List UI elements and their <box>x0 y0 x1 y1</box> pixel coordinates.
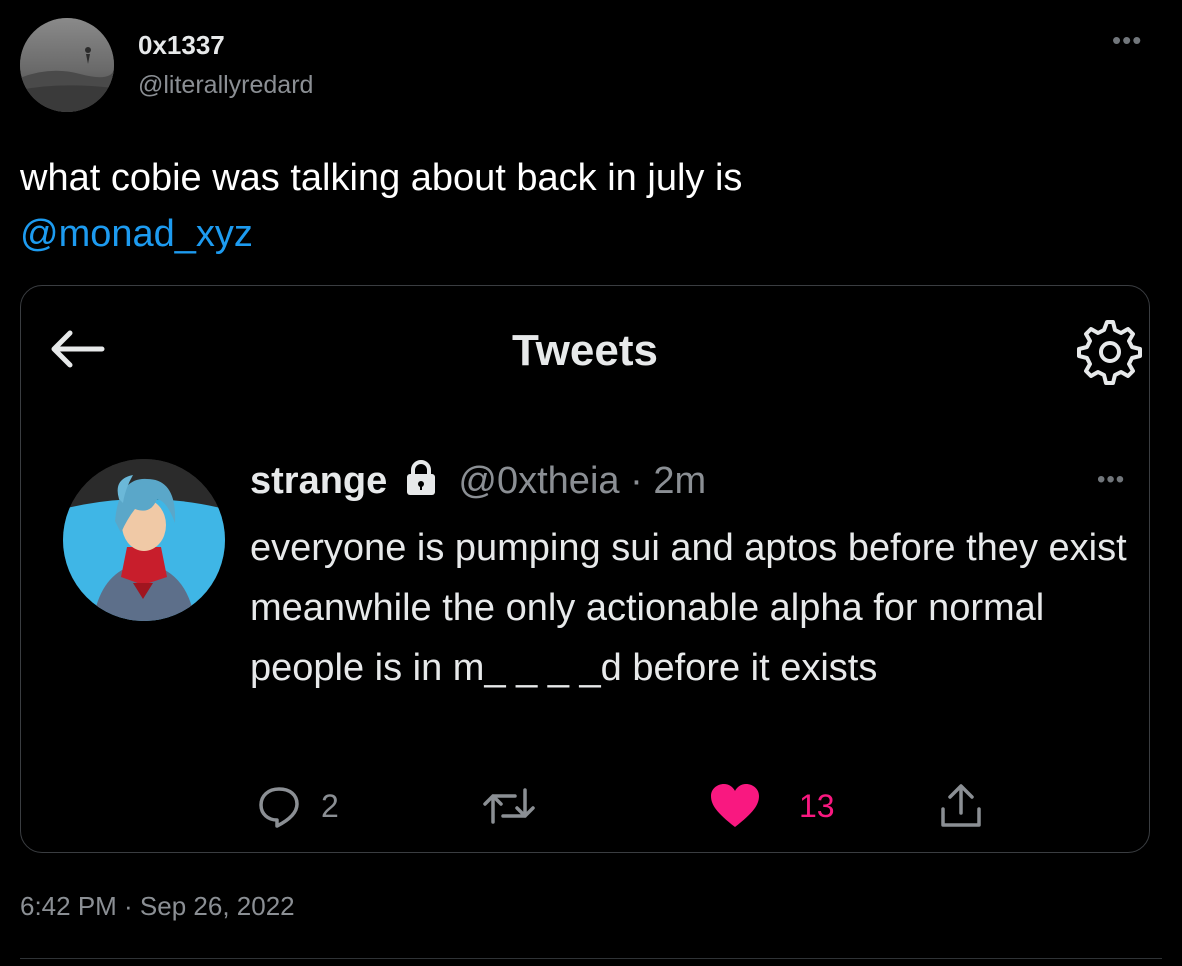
divider <box>20 958 1162 959</box>
share-icon <box>941 784 981 827</box>
tweet-text: what cobie was talking about back in jul… <box>20 150 1150 262</box>
like-count: 13 <box>799 787 835 824</box>
separator-dot: · <box>630 460 643 502</box>
share-button[interactable] <box>939 783 983 829</box>
reply-button[interactable]: 2 <box>257 783 339 829</box>
reply-icon <box>259 787 299 828</box>
reply-count: 2 <box>321 787 339 824</box>
quoted-author-handle[interactable]: @0xtheia <box>458 460 619 502</box>
more-horizontal-icon[interactable]: ••• <box>1112 27 1142 53</box>
quoted-author-avatar[interactable] <box>63 459 225 621</box>
retweet-icon <box>483 788 535 824</box>
quoted-tweet-header: strange @0xtheia · 2m <box>250 458 706 504</box>
author-handle[interactable]: @literallyredard <box>138 70 313 100</box>
author-name[interactable]: 0x1337 <box>138 30 225 60</box>
heart-icon <box>711 784 759 827</box>
quoted-tweet-text: everyone is pumping sui and aptos before… <box>250 527 1127 689</box>
quoted-author-name[interactable]: strange <box>250 460 387 502</box>
like-button[interactable]: 13 <box>709 783 835 829</box>
quoted-time[interactable]: 2m <box>653 460 706 502</box>
embedded-screenshot[interactable]: Tweets strange @0xtheia · 2m ••• everyon… <box>20 285 1150 853</box>
embed-title: Tweets <box>512 326 658 375</box>
retweet-button[interactable] <box>479 783 559 829</box>
tweet-body: what cobie was talking about back in jul… <box>20 157 743 199</box>
lock-icon <box>406 460 435 495</box>
gear-icon[interactable] <box>1071 316 1143 388</box>
mention-link[interactable]: @monad_xyz <box>20 213 253 255</box>
more-horizontal-icon[interactable]: ••• <box>1097 466 1125 494</box>
tweet-timestamp[interactable]: 6:42 PM · Sep 26, 2022 <box>20 890 295 922</box>
author-avatar[interactable] <box>20 18 114 112</box>
